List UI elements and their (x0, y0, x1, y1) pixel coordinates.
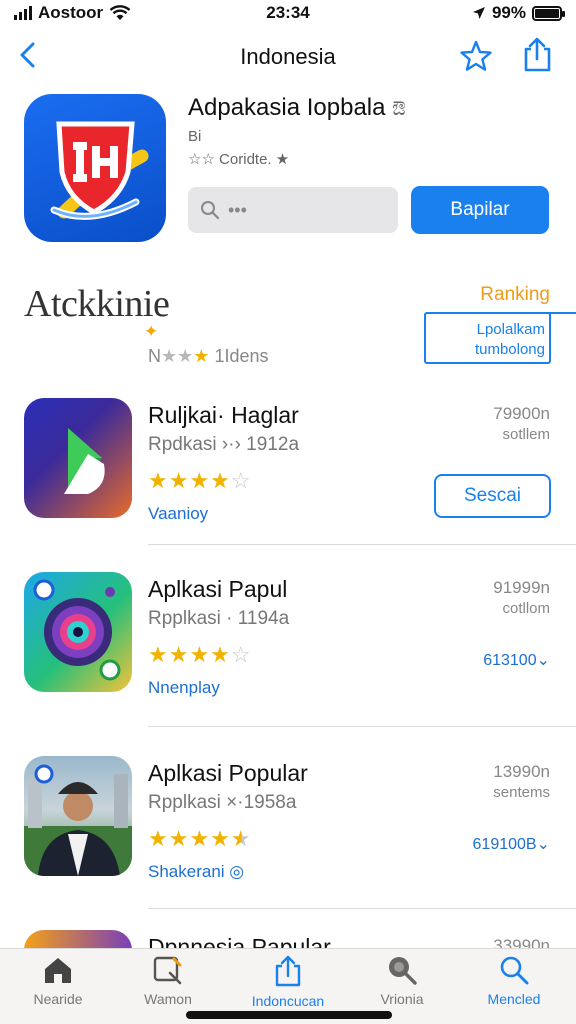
tab-search-edit[interactable]: Wamon (118, 955, 218, 1007)
app-icon-profile (24, 756, 132, 876)
ranking-label[interactable]: Ranking (480, 284, 550, 306)
app-name: Aplkasi Popular (148, 760, 308, 786)
get-button[interactable]: Bapilar (411, 186, 549, 234)
app-name: Aplkasi Papul (148, 576, 288, 602)
install-button[interactable]: Sescai (434, 474, 551, 518)
home-icon (45, 958, 71, 983)
app-price[interactable]: 619100B⌄ (473, 834, 550, 854)
section-rating-stars: ★★ (161, 346, 194, 366)
list-item[interactable]: Aplkasi Papul Rpplkasi · 1194a ★★★★☆ Nne… (0, 572, 576, 748)
hero-search-field[interactable]: ••• (188, 187, 398, 233)
share-icon[interactable] (518, 36, 556, 74)
search-edit-icon (153, 956, 182, 985)
star-rating: ★★★★★ (148, 826, 252, 851)
hero-app-icon[interactable] (24, 94, 166, 242)
app-subtitle: Rpdkasi ›·› 1912a (148, 434, 300, 455)
section-rating-suffix: 1Idens (214, 346, 269, 366)
hero-search-placeholder: ••• (228, 199, 247, 220)
app-tag[interactable]: Shakerani ◎ (148, 862, 244, 882)
star-outline-icon[interactable] (458, 38, 494, 74)
section-rating-prefix: N (148, 346, 161, 366)
search-filled-icon (389, 957, 417, 985)
list-item[interactable]: Ruljkai· Haglar Rpdkasi ›·› 1912a ★★★★☆ … (0, 398, 576, 574)
tab-home[interactable]: Nearide (8, 955, 108, 1007)
hero-subtitle: Bi (188, 128, 202, 145)
app-icon-camera (24, 572, 132, 692)
star-rating: ★★★★☆ (148, 642, 252, 667)
sparkle-icon: ✦ (144, 322, 159, 341)
app-price[interactable]: 613100⌄ (483, 650, 550, 670)
battery-icon (532, 5, 565, 21)
camera-lens-icon (33, 579, 121, 681)
tab-label: Wamon (144, 991, 192, 1007)
tab-label: Mencled (487, 991, 541, 1007)
tab-search-filled[interactable]: Vrionia (352, 955, 452, 1007)
app-icon-maps (24, 398, 132, 518)
person-photo-icon (24, 764, 132, 876)
tab-search[interactable]: Mencled (464, 955, 564, 1007)
shield-logo-icon (50, 121, 149, 220)
app-tag[interactable]: Vaanioy (148, 504, 208, 524)
nav-bar: Indonesia (0, 34, 576, 78)
divider (148, 726, 576, 727)
share-tab-icon (275, 955, 301, 987)
section-rating: N★★★ 1Idens (148, 346, 268, 367)
app-subtitle: Rpplkasi · 1194a (148, 608, 290, 629)
app-subtitle: Rpplkasi ×·1958a (148, 792, 297, 813)
star-rating: ★★★★☆ (148, 468, 252, 493)
divider (148, 544, 576, 545)
app-tag[interactable]: Nnenplay (148, 678, 220, 698)
hero-title: Adpakasia Iopbala ಔ (188, 94, 406, 122)
divider (148, 908, 576, 909)
ranking-divider (548, 312, 576, 314)
app-count-unit: cotllom (502, 600, 550, 617)
list-item[interactable]: Aplkasi Popular Rpplkasi ×·1958a ★★★★★ S… (0, 756, 576, 932)
app-count: 91999n (493, 578, 550, 597)
home-indicator[interactable] (186, 1011, 392, 1019)
ranking-box-line1: Lpolalkam (476, 321, 545, 338)
section-rating-star-gold: ★ (193, 346, 210, 366)
hero-title-suffix: ಔ (392, 98, 406, 120)
section-heading: Atckkinie (24, 283, 170, 325)
ranking-box[interactable]: Lpolalkam tumbolong (424, 312, 551, 364)
app-count: 13990n (493, 762, 550, 781)
tab-label: Indoncucan (251, 993, 325, 1009)
status-bar: Aostoor 23:34 99% (0, 0, 576, 26)
app-name: Ruljkai· Haglar (148, 402, 299, 428)
hero-rating: ☆☆ Coridte. ★ (188, 151, 290, 168)
app-count: 79900n (493, 404, 550, 423)
tab-share[interactable]: Indoncucan (238, 955, 338, 1009)
tab-label: Vrionia (380, 991, 424, 1007)
app-count-unit: sentems (493, 784, 550, 801)
search-icon (201, 201, 220, 220)
ranking-box-line2: tumbolong (474, 341, 545, 358)
hero-title-text: Adpakasia Iopbala (188, 94, 386, 121)
search-icon (500, 956, 529, 985)
app-count-unit: sotllem (502, 426, 550, 443)
status-time: 23:34 (266, 3, 310, 22)
tab-label: Nearide (33, 991, 83, 1007)
arrow-logo-icon (64, 428, 105, 494)
